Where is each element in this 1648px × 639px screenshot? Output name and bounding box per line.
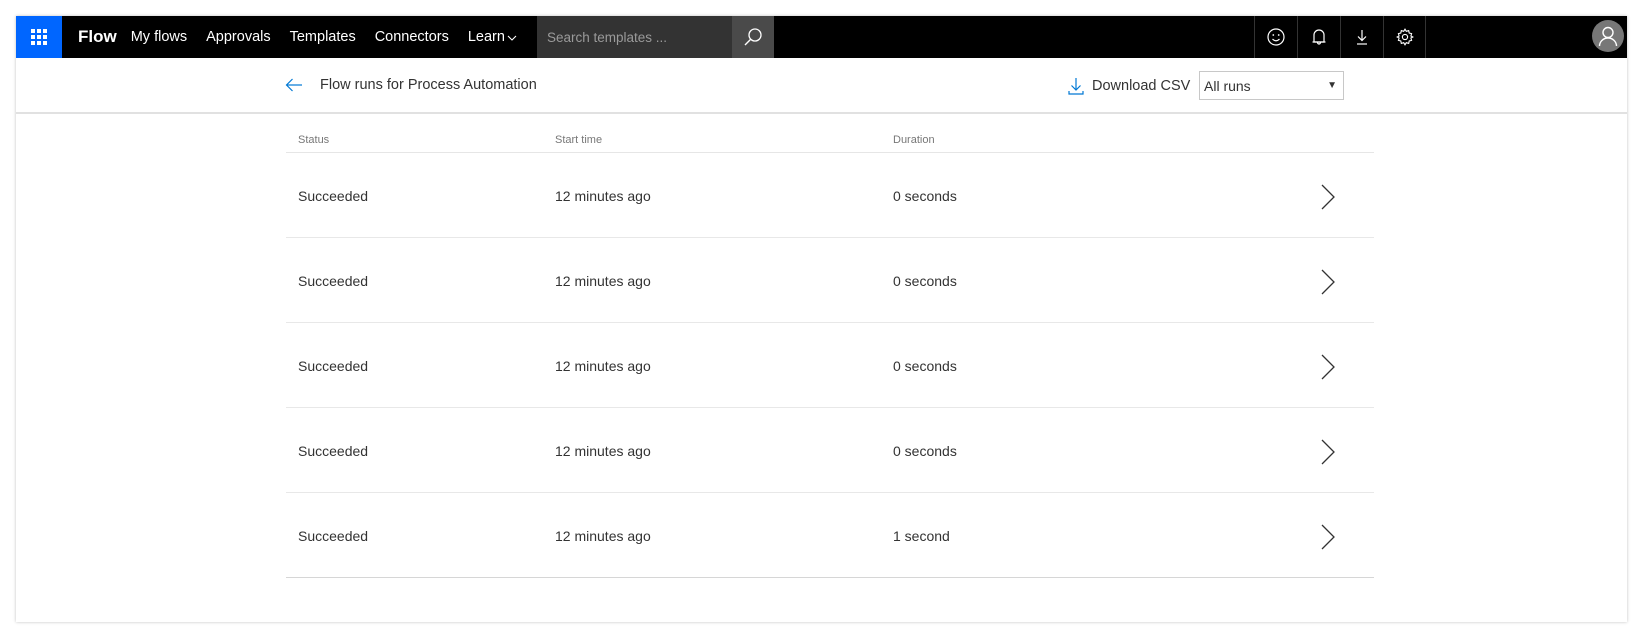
chevron-right-icon[interactable] [1321,353,1335,381]
download-csv-button[interactable]: Download CSV [1068,77,1190,95]
search-icon [744,28,762,46]
run-status: Succeeded [298,358,369,374]
search-input[interactable] [537,29,722,45]
downloads-button[interactable] [1340,16,1383,58]
run-filter-dropdown[interactable]: All runs ▼ [1199,71,1344,100]
chevron-down-icon [507,35,517,41]
run-start-time: 12 minutes ago [555,273,651,289]
table-row[interactable]: Succeeded 12 minutes ago 0 seconds [286,323,1374,408]
run-duration: 0 seconds [893,188,957,204]
feedback-button[interactable] [1254,16,1297,58]
column-header-start-time[interactable]: Start time [555,134,602,146]
run-duration: 1 second [893,528,950,544]
table-row[interactable]: Succeeded 12 minutes ago 1 second [286,493,1374,578]
nav-learn[interactable]: Learn [468,29,517,45]
runs-table: Status Start time Duration Succeeded 12 … [286,116,1374,578]
chevron-right-icon[interactable] [1321,523,1335,551]
run-duration: 0 seconds [893,443,957,459]
run-filter-value: All runs [1204,77,1251,94]
column-header-status[interactable]: Status [298,134,329,146]
chevron-right-icon[interactable] [1321,438,1335,466]
run-start-time: 12 minutes ago [555,358,651,374]
app-launcher-button[interactable] [16,16,62,58]
nav-connectors[interactable]: Connectors [375,29,449,45]
download-csv-label: Download CSV [1092,78,1191,94]
smiley-icon [1267,28,1285,46]
page-header: Flow runs for Process Automation Downloa… [16,58,1627,114]
download-icon [1357,30,1367,45]
run-start-time: 12 minutes ago [555,528,651,544]
waffle-icon [31,29,47,45]
run-start-time: 12 minutes ago [555,443,651,459]
download-icon [1068,78,1084,95]
user-avatar[interactable] [1592,20,1624,52]
brand-logo[interactable]: Flow [78,27,117,47]
chevron-right-icon[interactable] [1321,183,1335,211]
page-title: Flow runs for Process Automation [320,77,537,93]
dropdown-caret-icon: ▼ [1327,80,1337,91]
back-arrow-icon[interactable] [285,78,303,92]
run-duration: 0 seconds [893,358,957,374]
search-button[interactable] [732,16,774,58]
run-status: Succeeded [298,443,369,459]
nav-approvals[interactable]: Approvals [206,29,270,45]
app-window: Flow My flows Approvals Templates Connec… [16,16,1627,622]
run-status: Succeeded [298,528,369,544]
run-status: Succeeded [298,188,369,204]
run-status: Succeeded [298,273,369,289]
table-row[interactable]: Succeeded 12 minutes ago 0 seconds [286,153,1374,238]
settings-button[interactable] [1383,16,1426,58]
bell-icon [1312,29,1326,45]
column-header-duration[interactable]: Duration [893,134,935,146]
header-actions [1254,16,1426,58]
nav-templates[interactable]: Templates [290,29,356,45]
nav-my-flows[interactable]: My flows [131,29,187,45]
notifications-button[interactable] [1297,16,1340,58]
table-header: Status Start time Duration [286,116,1374,153]
user-icon [1598,26,1618,47]
table-row[interactable]: Succeeded 12 minutes ago 0 seconds [286,238,1374,323]
nav-learn-label: Learn [467,29,505,45]
run-duration: 0 seconds [893,273,957,289]
table-row[interactable]: Succeeded 12 minutes ago 0 seconds [286,408,1374,493]
top-nav-bar: Flow My flows Approvals Templates Connec… [16,16,1627,58]
search-box [537,16,732,58]
run-start-time: 12 minutes ago [555,188,651,204]
chevron-right-icon[interactable] [1321,268,1335,296]
gear-icon [1395,28,1414,46]
